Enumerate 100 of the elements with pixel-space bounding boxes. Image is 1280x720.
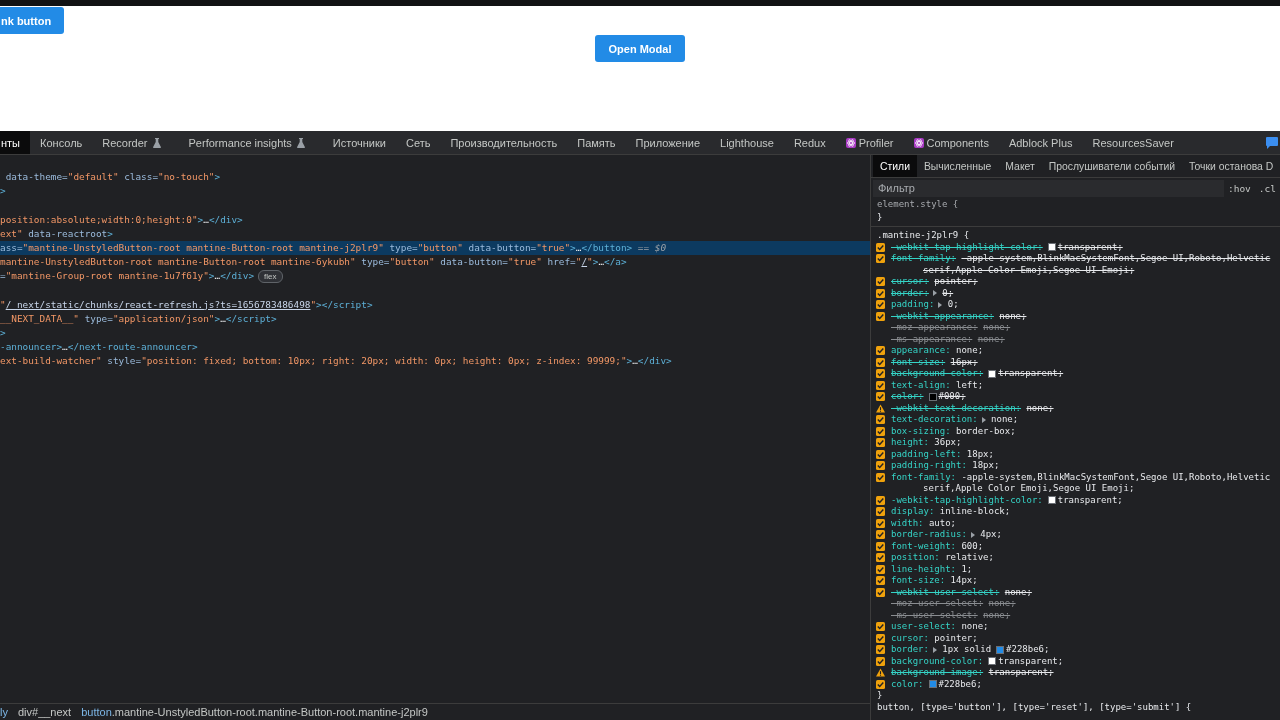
property-value[interactable]: border-box; bbox=[956, 425, 1016, 437]
checkbox[interactable] bbox=[876, 380, 885, 390]
checkbox[interactable] bbox=[876, 438, 885, 448]
property-name[interactable]: font-size: bbox=[891, 356, 946, 368]
property-value[interactable]: #228be6; bbox=[1006, 644, 1050, 656]
devtools-tab[interactable]: Recorder bbox=[92, 131, 179, 154]
checkbox[interactable] bbox=[876, 622, 885, 632]
devtools-tab[interactable]: Adblock Plus bbox=[998, 131, 1083, 154]
property-value[interactable]: none; bbox=[956, 345, 984, 357]
property-value[interactable]: #228be6; bbox=[938, 678, 982, 690]
dom-node-line[interactable]: ext" data-reactroot> bbox=[0, 226, 113, 241]
devtools-tab[interactable]: Консоль bbox=[30, 131, 93, 154]
checkbox[interactable] bbox=[876, 426, 885, 436]
property-value[interactable]: none; bbox=[999, 310, 1027, 322]
styles-tab[interactable]: Вычисленные bbox=[916, 155, 999, 177]
property-value[interactable]: transparent; bbox=[1057, 241, 1123, 253]
property-name[interactable]: border-radius: bbox=[891, 529, 967, 541]
breadcrumb[interactable]: div#__next bbox=[12, 704, 77, 720]
chat-icon[interactable] bbox=[1266, 136, 1278, 149]
expand-triangle-icon[interactable] bbox=[938, 301, 943, 308]
styles-tab[interactable]: Точки останова D bbox=[1182, 155, 1274, 177]
dom-node-line[interactable]: __NEXT_DATA__" type="application/json">…</script> bbox=[0, 311, 277, 327]
color-swatch[interactable] bbox=[1047, 243, 1056, 252]
property-name[interactable]: appearance: bbox=[891, 345, 951, 357]
property-value[interactable]: transparent; bbox=[988, 667, 1054, 679]
color-swatch[interactable] bbox=[1047, 496, 1056, 505]
dom-node-line[interactable]: ="mantine-Group-root mantine-1u7f61y">…</div> flex bbox=[0, 269, 283, 284]
property-value[interactable]: 36px; bbox=[934, 437, 962, 449]
devtools-tab[interactable]: Components bbox=[903, 131, 999, 154]
devtools-tab[interactable]: Profiler bbox=[835, 131, 904, 154]
property-value[interactable]: 4px; bbox=[980, 529, 1002, 541]
devtools-tab[interactable]: нты bbox=[0, 131, 31, 154]
styles-tab[interactable]: Стили bbox=[873, 155, 917, 177]
property-name[interactable]: height: bbox=[891, 437, 929, 449]
property-name[interactable]: display: bbox=[891, 506, 935, 518]
property-name[interactable]: padding-right: bbox=[891, 460, 967, 472]
property-name[interactable]: padding-left: bbox=[891, 448, 962, 460]
property-value[interactable]: #000; bbox=[938, 391, 966, 403]
property-value[interactable]: -apple-system,BlinkMacSystemFont,Segoe UI,Roboto,Helvetic bbox=[961, 471, 1271, 483]
property-name[interactable]: -webkit-tap-highlight-color: bbox=[891, 494, 1043, 506]
property-value[interactable]: pointer; bbox=[934, 632, 978, 644]
link-button[interactable]: nk button bbox=[0, 7, 65, 34]
property-value[interactable]: auto; bbox=[928, 517, 956, 529]
property-name[interactable]: background-color: bbox=[891, 368, 984, 380]
devtools-tab[interactable]: Приложение bbox=[625, 131, 711, 154]
checkbox[interactable] bbox=[876, 357, 885, 367]
property-value[interactable]: transparent; bbox=[1057, 494, 1123, 506]
checkbox[interactable] bbox=[876, 518, 885, 528]
property-value[interactable]: 600; bbox=[961, 540, 984, 552]
checkbox[interactable] bbox=[876, 656, 885, 666]
devtools-tab[interactable]: Производительность bbox=[440, 131, 568, 154]
color-swatch[interactable] bbox=[996, 645, 1005, 654]
dom-node-line[interactable]: mantine-UnstyledButton-root mantine-Button-root mantine-6ykubh" type="button" data-button="true" href="/">…</a> bbox=[0, 255, 627, 270]
property-value[interactable]: none; bbox=[961, 621, 989, 633]
property-name[interactable]: border: bbox=[891, 644, 929, 656]
checkbox[interactable] bbox=[876, 300, 885, 310]
property-name[interactable]: -webkit-text-decoration: bbox=[891, 402, 1022, 414]
styles-tab[interactable]: Макет bbox=[998, 155, 1042, 177]
property-name[interactable]: -webkit-appearance: bbox=[891, 310, 994, 322]
checkbox[interactable] bbox=[876, 530, 885, 540]
property-value[interactable]: transparent; bbox=[998, 655, 1064, 667]
property-name[interactable]: -webkit-user-select: bbox=[891, 586, 1000, 598]
property-value[interactable]: none; bbox=[991, 414, 1019, 426]
checkbox[interactable] bbox=[876, 679, 885, 689]
expand-triangle-icon[interactable] bbox=[981, 416, 986, 423]
checkbox[interactable] bbox=[876, 449, 885, 459]
property-value[interactable]: relative; bbox=[945, 552, 994, 564]
breadcrumb[interactable]: button.mantine-UnstyledButton-root.mantine-Button-root.mantine-j2plr9 bbox=[76, 704, 433, 720]
checkbox[interactable] bbox=[876, 553, 885, 563]
property-name[interactable]: padding: bbox=[891, 299, 935, 311]
property-value[interactable]: transparent; bbox=[998, 368, 1064, 380]
checkbox[interactable] bbox=[876, 254, 885, 264]
checkbox[interactable] bbox=[876, 633, 885, 643]
property-name[interactable]: width: bbox=[891, 517, 924, 529]
checkbox[interactable] bbox=[876, 415, 885, 425]
property-name[interactable]: position: bbox=[891, 552, 940, 564]
property-value[interactable]: 18px; bbox=[972, 460, 1000, 472]
checkbox[interactable] bbox=[876, 576, 885, 586]
dom-node-line[interactable]: ext-build-watcher" style="position: fixed; bottom: 10px; right: 20px; width: 0px; height: 0px; z-index: 99999;">…</div> bbox=[0, 354, 672, 369]
devtools-tab[interactable]: Redux bbox=[783, 131, 836, 154]
property-value[interactable]: 0; bbox=[942, 287, 954, 299]
filter-field[interactable]: Фильтр bbox=[873, 179, 1224, 197]
styles-tab[interactable]: Прослушиватели событий bbox=[1041, 155, 1182, 177]
devtools-tab[interactable]: Сеть bbox=[395, 131, 441, 154]
checkbox[interactable] bbox=[876, 645, 885, 655]
breadcrumb[interactable]: ly bbox=[0, 704, 13, 720]
property-value[interactable]: 18px; bbox=[966, 448, 994, 460]
color-swatch[interactable] bbox=[988, 657, 997, 666]
checkbox[interactable] bbox=[876, 564, 885, 574]
property-value[interactable]: none; bbox=[1004, 586, 1032, 598]
property-value[interactable]: left; bbox=[956, 379, 984, 391]
dom-node-line[interactable]: "/_next/static/chunks/react-refresh.js?ts=1656783486498"></script> bbox=[0, 297, 373, 312]
property-name[interactable]: font-family: bbox=[891, 253, 957, 265]
dom-node-line[interactable]: > bbox=[0, 326, 6, 341]
property-name[interactable]: text-align: bbox=[891, 379, 951, 391]
flex-badge[interactable]: flex bbox=[258, 269, 283, 283]
devtools-tab[interactable]: Performance insights bbox=[178, 131, 323, 154]
property-name[interactable]: user-select: bbox=[891, 621, 957, 633]
checkbox[interactable] bbox=[876, 461, 885, 471]
devtools-tab[interactable]: ResourcesSaver bbox=[1082, 131, 1184, 154]
